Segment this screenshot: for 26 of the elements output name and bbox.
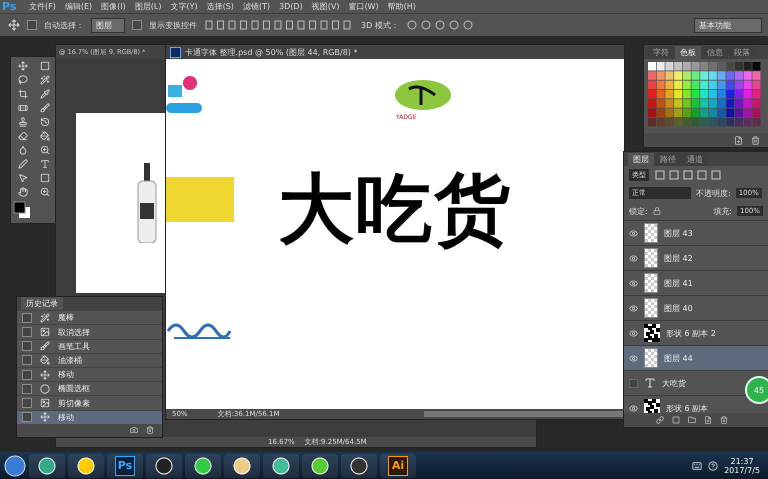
history-label: 取消选择	[58, 326, 90, 338]
transform-controls-label: 显示变换控件	[149, 20, 197, 30]
layer-name: 形状 6 副本 2	[666, 328, 716, 338]
photoshop-logo: Ps	[2, 0, 18, 13]
layer-name: 图层 44	[664, 352, 693, 364]
fill-label: 填充:	[713, 206, 732, 216]
history-label: 移动	[58, 412, 74, 423]
history-label: 椭圆选框	[58, 383, 90, 394]
history-label: 魔棒	[58, 312, 74, 324]
history-label: 油漆桶	[58, 354, 82, 366]
layer-name: 形状 6 副本	[666, 402, 708, 413]
layer-name: 图层 43	[664, 228, 693, 238]
clock-date: 2017/7/5	[724, 466, 760, 474]
auto-select-label: 自动选择：	[44, 20, 84, 30]
opacity-label: 不透明度:	[696, 188, 731, 198]
layer-name: 图层 40	[664, 302, 693, 314]
history-label: 画笔工具	[58, 340, 90, 352]
3d-mode-label: 3D 模式：	[361, 20, 399, 30]
layer-name: 图层 42	[664, 252, 693, 264]
history-label: 移动	[58, 369, 74, 380]
layer-name: 图层 41	[664, 278, 693, 288]
layer-name: 大吃货	[662, 378, 686, 388]
headline: 大吃货	[278, 163, 512, 255]
lock-label: 锁定:	[629, 206, 648, 216]
clock-time: 21:37	[730, 456, 754, 466]
history-label: 剪切像素	[58, 398, 90, 409]
